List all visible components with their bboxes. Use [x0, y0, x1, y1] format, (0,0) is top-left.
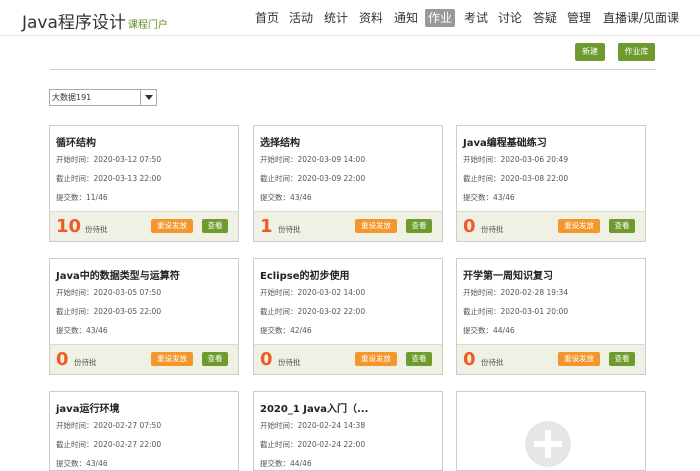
view-button[interactable]: 查看	[406, 219, 432, 233]
assignment-title[interactable]: 循环结构	[56, 134, 96, 149]
pending-label: 份待批	[278, 358, 301, 367]
assignment-title[interactable]: Eclipse的初步使用	[260, 267, 350, 282]
submission-count: 提交数：44/46	[260, 459, 312, 468]
assignment-card: 开学第一周知识复习 开始时间：2020-02-28 19:34 截止时间：202…	[456, 258, 646, 375]
plus-icon[interactable]	[525, 421, 571, 467]
nav-manage[interactable]: 管理	[567, 9, 591, 27]
submission-count: 提交数：43/46	[56, 459, 108, 468]
assignment-card: Eclipse的初步使用 开始时间：2020-03-02 14:00 截止时间：…	[253, 258, 443, 375]
pending-count: 0	[260, 349, 273, 370]
reset-release-button[interactable]: 重设发放	[151, 219, 193, 233]
nav-qa[interactable]: 答疑	[533, 9, 557, 27]
top-navigation-bar: Java程序设计 课程门户 首页 活动 统计 资料 通知 作业 考试 讨论 答疑 …	[0, 0, 700, 36]
nav-statistics[interactable]: 统计	[324, 9, 348, 27]
card-footer: 10 份待批 重设发放 查看	[50, 211, 238, 241]
course-title[interactable]: Java程序设计 课程门户	[22, 8, 168, 33]
view-button[interactable]: 查看	[609, 219, 635, 233]
assignment-title[interactable]: java运行环境	[56, 400, 119, 415]
assignment-title[interactable]: Java编程基础练习	[463, 134, 547, 149]
start-time: 开始时间：2020-03-06 20:49	[463, 155, 569, 164]
reset-release-button[interactable]: 重设发放	[355, 352, 397, 366]
end-time: 截止时间：2020-03-09 22:00	[260, 174, 366, 183]
view-button[interactable]: 查看	[202, 352, 228, 366]
card-footer: 0 份待批 重设发放 查看	[457, 211, 645, 241]
assignment-title[interactable]: 开学第一周知识复习	[463, 267, 553, 282]
end-time: 截止时间：2020-03-01 20:00	[463, 307, 569, 316]
assignment-card: 循环结构 开始时间：2020-03-12 07:50 截止时间：2020-03-…	[49, 125, 239, 242]
end-time: 截止时间：2020-02-24 22:00	[260, 440, 366, 449]
pending-count: 0	[463, 216, 476, 237]
nav-exams[interactable]: 考试	[464, 9, 488, 27]
pending-label: 份待批	[481, 225, 504, 234]
nav-activities[interactable]: 活动	[289, 9, 313, 27]
pending-count: 0	[56, 349, 69, 370]
nav-homework[interactable]: 作业	[425, 9, 456, 27]
add-assignment-card[interactable]	[456, 391, 646, 471]
assignment-title[interactable]: Java中的数据类型与运算符	[56, 267, 180, 282]
start-time: 开始时间：2020-02-27 07:50	[56, 421, 162, 430]
start-time: 开始时间：2020-02-24 14:38	[260, 421, 366, 430]
start-time: 开始时间：2020-03-09 14:00	[260, 155, 366, 164]
reset-release-button[interactable]: 重设发放	[558, 219, 600, 233]
pending-label: 份待批	[278, 225, 301, 234]
assignment-card: 2020_1 Java入门（... 开始时间：2020-02-24 14:38 …	[253, 391, 443, 471]
card-footer: 1 份待批 重设发放 查看	[254, 211, 442, 241]
assignment-card: java运行环境 开始时间：2020-02-27 07:50 截止时间：2020…	[49, 391, 239, 471]
end-time: 截止时间：2020-03-13 22:00	[56, 174, 162, 183]
card-footer: 0 份待批 重设发放 查看	[50, 344, 238, 374]
assignment-title[interactable]: 2020_1 Java入门（...	[260, 400, 368, 415]
class-select[interactable]: 大数据191	[49, 89, 157, 106]
card-footer: 0 份待批 重设发放 查看	[254, 344, 442, 374]
course-portal-label: 课程门户	[127, 20, 168, 31]
reset-release-button[interactable]: 重设发放	[558, 352, 600, 366]
pending-count: 1	[260, 216, 273, 237]
submission-count: 提交数：43/46	[463, 193, 515, 202]
pending-count: 10	[56, 216, 82, 237]
reset-release-button[interactable]: 重设发放	[151, 352, 193, 366]
submission-count: 提交数：43/46	[56, 326, 108, 335]
start-time: 开始时间：2020-03-12 07:50	[56, 155, 162, 164]
class-select-value: 大数据191	[52, 93, 92, 102]
view-button[interactable]: 查看	[202, 219, 228, 233]
course-name: Java程序设计	[22, 13, 126, 33]
submission-count: 提交数：43/46	[260, 193, 312, 202]
start-time: 开始时间：2020-03-05 07:50	[56, 288, 162, 297]
end-time: 截止时间：2020-03-05 22:00	[56, 307, 162, 316]
pending-label: 份待批	[85, 225, 108, 234]
pending-count: 0	[463, 349, 476, 370]
chevron-down-icon[interactable]	[140, 90, 156, 105]
nav-home[interactable]: 首页	[255, 9, 279, 27]
end-time: 截止时间：2020-02-27 22:00	[56, 440, 162, 449]
reset-release-button[interactable]: 重设发放	[355, 219, 397, 233]
pending-label: 份待批	[74, 358, 97, 367]
end-time: 截止时间：2020-03-08 22:00	[463, 174, 569, 183]
nav-discussion[interactable]: 讨论	[498, 9, 522, 27]
divider	[50, 69, 656, 70]
assignment-card: Java编程基础练习 开始时间：2020-03-06 20:49 截止时间：20…	[456, 125, 646, 242]
start-time: 开始时间：2020-02-28 19:34	[463, 288, 569, 297]
nav-notices[interactable]: 通知	[394, 9, 418, 27]
assignment-title[interactable]: 选择结构	[260, 134, 300, 149]
end-time: 截止时间：2020-03-02 22:00	[260, 307, 366, 316]
assignment-library-button[interactable]: 作业库	[618, 43, 655, 61]
view-button[interactable]: 查看	[609, 352, 635, 366]
submission-count: 提交数：44/46	[463, 326, 515, 335]
card-footer: 0 份待批 重设发放 查看	[457, 344, 645, 374]
pending-label: 份待批	[481, 358, 504, 367]
start-time: 开始时间：2020-03-02 14:00	[260, 288, 366, 297]
nav-materials[interactable]: 资料	[359, 9, 383, 27]
submission-count: 提交数：42/46	[260, 326, 312, 335]
new-assignment-button[interactable]: 新建	[575, 43, 605, 61]
assignment-card: Java中的数据类型与运算符 开始时间：2020-03-05 07:50 截止时…	[49, 258, 239, 375]
assignment-card: 选择结构 开始时间：2020-03-09 14:00 截止时间：2020-03-…	[253, 125, 443, 242]
submission-count: 提交数：11/46	[56, 193, 108, 202]
view-button[interactable]: 查看	[406, 352, 432, 366]
nav-live-class[interactable]: 直播课/见面课	[603, 9, 679, 27]
